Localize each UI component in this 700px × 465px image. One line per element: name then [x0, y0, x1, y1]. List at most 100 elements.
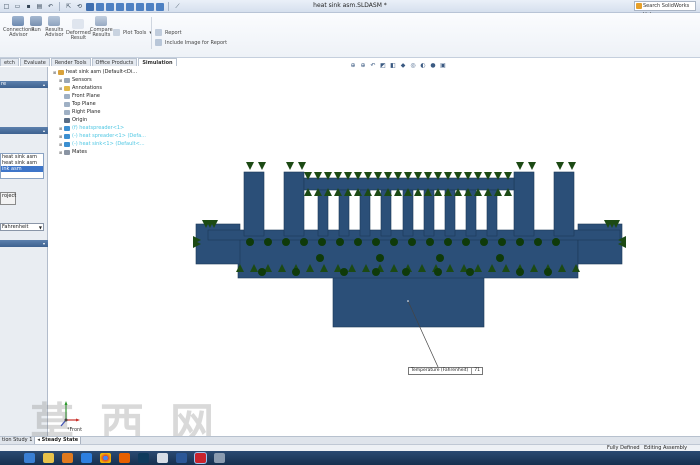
include-image-label: Include Image for Report	[165, 39, 228, 46]
fixture-marker-icon	[462, 238, 470, 246]
heads-up-view-toolbar: ⊕ ⊕ ↶ ◩ ◧ ◆ ◎ ◐ ● ▣	[349, 61, 447, 69]
plot-tools-button[interactable]: Plot Tools ▾	[113, 29, 152, 36]
tree-item[interactable]: Front Plane	[53, 92, 183, 100]
zoom-area-icon[interactable]: ⊕	[359, 61, 367, 69]
firefox-icon[interactable]	[119, 453, 130, 463]
dropbox-icon[interactable]	[81, 453, 92, 463]
include-image-button[interactable]: Include Image for Report	[155, 39, 227, 46]
plane-icon	[64, 101, 70, 107]
apply-scene-icon[interactable]: ●	[429, 61, 437, 69]
previous-view-icon[interactable]: ↶	[369, 61, 377, 69]
tab-steady-state[interactable]: ◂ Steady State	[35, 437, 82, 444]
fixture-marker-icon	[376, 254, 384, 262]
probe-point-icon	[407, 300, 409, 302]
edit-appearance-icon[interactable]: ◐	[419, 61, 427, 69]
zoom-fit-icon[interactable]: ⊕	[349, 61, 357, 69]
collapse-icon[interactable]: ▾	[43, 240, 45, 247]
units-select[interactable]: Fahrenheit ▼	[0, 223, 44, 231]
view-orientation-icon[interactable]: ◧	[389, 61, 397, 69]
run-icon	[30, 16, 42, 26]
fixture-marker-icon	[300, 238, 308, 246]
project-button[interactable]: roject	[0, 192, 16, 205]
tree-item[interactable]: ⊞ (-) heat sink<1> (Default<...	[53, 140, 183, 148]
annotation-icon	[64, 85, 70, 91]
tab-simulation[interactable]: Simulation	[138, 58, 177, 66]
word-icon[interactable]	[176, 453, 187, 463]
explorer-icon[interactable]	[43, 453, 54, 463]
tree-item[interactable]: ⊞ Annotations	[53, 84, 183, 92]
probe-callout[interactable]: Temperature (Fahrenheit) 71	[408, 367, 483, 375]
load-arrow-icon	[516, 162, 524, 170]
compare-results-button[interactable]: Compare Results	[90, 16, 113, 38]
plot-tools-label: Plot Tools	[123, 29, 147, 36]
tree-item[interactable]: Origin	[53, 116, 183, 124]
section-view-icon[interactable]: ◩	[379, 61, 387, 69]
tab-render-tools[interactable]: Render Tools	[50, 58, 91, 66]
status-bar: Fully Defined Editing Assembly	[0, 444, 700, 451]
chrome-icon[interactable]	[100, 453, 111, 463]
tab-motion-study[interactable]: tion Study 1	[0, 437, 36, 444]
fixture-marker-icon	[544, 268, 552, 276]
load-arrow-icon	[556, 162, 564, 170]
panel-header: re ▴	[0, 81, 48, 88]
tree-item-label: Top Plane	[72, 101, 96, 107]
tree-item-label: Mates	[72, 149, 88, 155]
tree-item[interactable]: Top Plane	[53, 100, 183, 108]
fin-top-bar	[303, 177, 515, 191]
app-icon[interactable]	[214, 453, 225, 463]
report-icon	[155, 29, 162, 36]
list-item[interactable]: ink asm	[1, 166, 43, 172]
deformed-result-icon	[72, 19, 85, 29]
tree-item[interactable]: ⊞ Sensors	[53, 76, 183, 84]
chevron-down-icon: ▼	[38, 225, 42, 230]
tree-item-label: (f) heatspreader<1>	[72, 125, 125, 131]
tab-sketch[interactable]: etch	[0, 58, 19, 66]
origin-icon	[64, 117, 70, 123]
results-advisor-button[interactable]: Results Advisor	[45, 16, 64, 38]
fixture-marker-icon	[264, 238, 272, 246]
mates-icon	[64, 149, 70, 155]
results-advisor-label: Results Advisor	[45, 27, 64, 38]
deformed-result-button[interactable]: Deformed Result	[66, 19, 91, 41]
compare-results-label: Compare Results	[90, 27, 113, 38]
inner-post-right	[513, 171, 535, 237]
display-style-icon[interactable]: ◆	[399, 61, 407, 69]
tree-item-label: heat sink asm (Default<Di...	[66, 69, 138, 75]
photoshop-icon[interactable]	[138, 453, 149, 463]
fixture-marker-icon	[444, 238, 452, 246]
fixture-marker-icon	[534, 238, 542, 246]
report-button[interactable]: Report	[155, 29, 182, 36]
tree-item[interactable]: ⊞ Mates	[53, 148, 183, 156]
hide-show-icon[interactable]: ◎	[409, 61, 417, 69]
help-search-input[interactable]: Search SolidWorks Help	[634, 1, 696, 18]
tree-item-label: Sensors	[72, 77, 92, 83]
outer-post-left	[243, 171, 265, 237]
media-icon[interactable]	[62, 453, 73, 463]
collapse-icon[interactable]: ▴	[43, 81, 45, 88]
load-arrow-icon	[286, 162, 294, 170]
outlook-icon[interactable]	[157, 453, 168, 463]
heat-sink-fin	[465, 189, 477, 237]
fixture-marker-icon	[282, 238, 290, 246]
fixture-marker-icon	[496, 254, 504, 262]
run-button[interactable]: Run	[30, 16, 42, 33]
fixture-marker-icon	[466, 268, 474, 276]
fixture-marker-icon	[390, 238, 398, 246]
ie-icon[interactable]	[24, 453, 35, 463]
help-search-icon	[636, 3, 642, 9]
tab-office-products[interactable]: Office Products	[91, 58, 138, 66]
tree-item[interactable]: ⊞ heat sink asm (Default<Di...	[53, 68, 183, 76]
outer-post-right	[553, 171, 575, 237]
include-image-icon	[155, 39, 162, 46]
tree-item[interactable]: Right Plane	[53, 108, 183, 116]
study-list[interactable]: heat sink asm heat sink asm ink asm	[0, 153, 44, 179]
tree-item[interactable]: ⊞ (f) heatspreader<1>	[53, 124, 183, 132]
collapse-icon[interactable]: ▴	[43, 127, 45, 134]
fixture-marker-icon	[292, 268, 300, 276]
view-settings-icon[interactable]: ▣	[439, 61, 447, 69]
solidworks-icon[interactable]	[195, 453, 206, 463]
part-icon	[64, 125, 70, 131]
tree-item[interactable]: ⊞ (-) heat spreader<1> (Defa...	[53, 132, 183, 140]
inner-post-left	[283, 171, 305, 237]
tab-evaluate[interactable]: Evaluate	[19, 58, 50, 66]
